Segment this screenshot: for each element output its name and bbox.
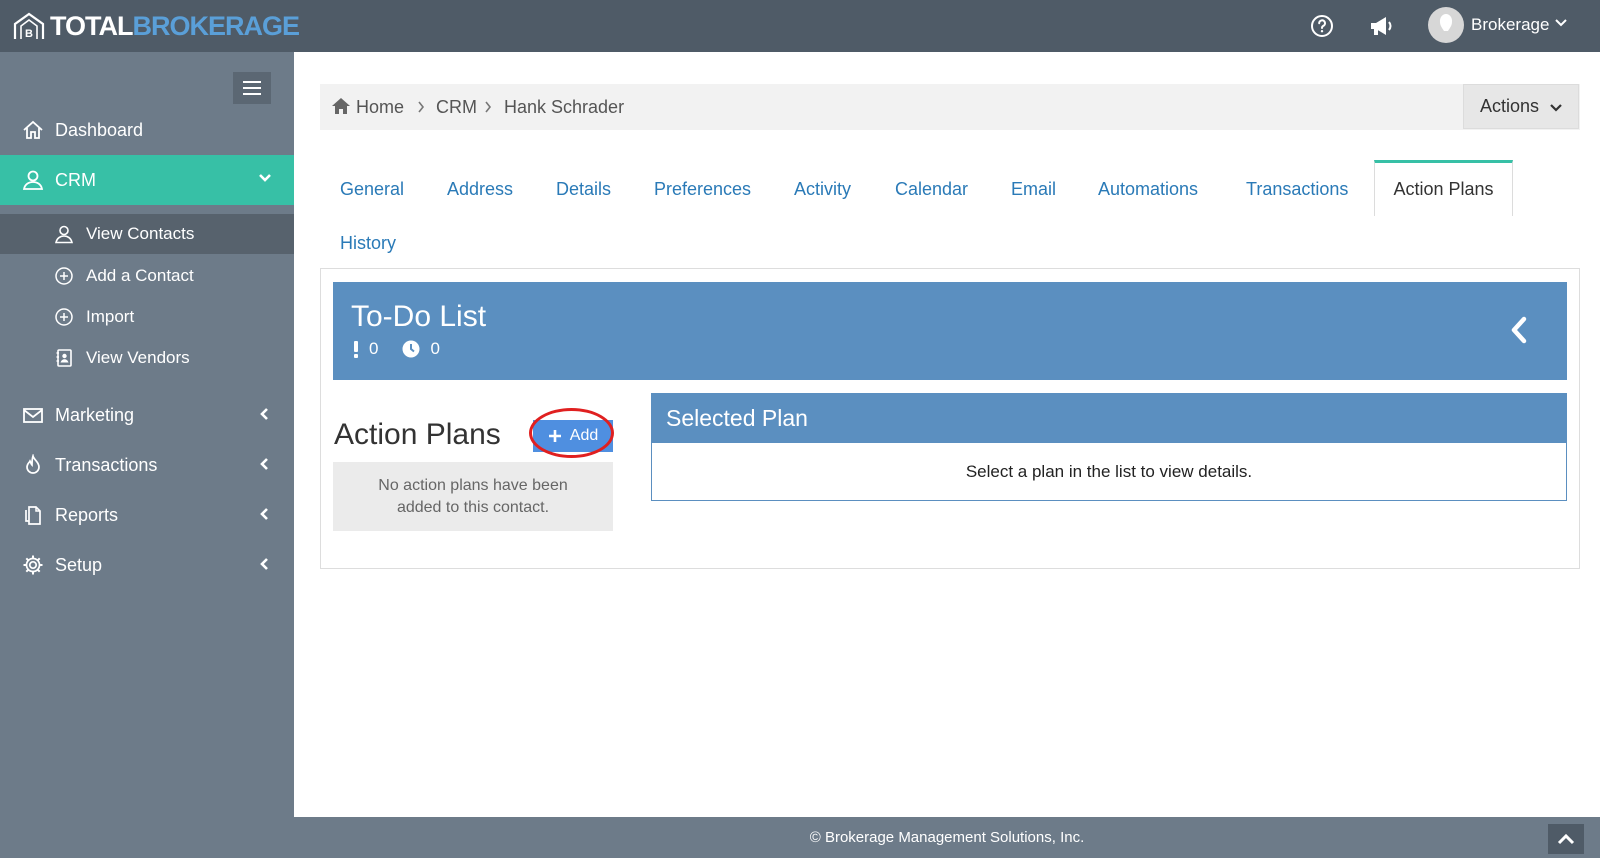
actions-label: Actions: [1480, 96, 1540, 116]
tab-action-plans[interactable]: Action Plans: [1374, 160, 1513, 216]
pending-count: 0: [430, 339, 440, 358]
tab-email[interactable]: Email: [1011, 179, 1056, 200]
chevron-down-icon[interactable]: [1555, 18, 1567, 28]
chevron-up-icon: [1557, 833, 1575, 845]
sidebar-subitem-label: Import: [86, 307, 135, 326]
logo-icon: B: [13, 12, 45, 40]
user-icon: [22, 170, 44, 190]
sidebar-subitem-label: View Vendors: [86, 348, 190, 367]
user-menu-label[interactable]: Brokerage: [1471, 15, 1549, 35]
tab-address[interactable]: Address: [447, 179, 513, 200]
selected-plan-title: Selected Plan: [666, 405, 808, 431]
urgent-count: 0: [369, 339, 379, 358]
sidebar-item-label: CRM: [55, 169, 96, 190]
footer: © Brokerage Management Solutions, Inc.: [294, 817, 1600, 858]
actions-dropdown-button[interactable]: Actions: [1463, 84, 1579, 129]
clock-icon: [402, 340, 420, 358]
sidebar-item-label: Transactions: [55, 454, 158, 475]
tab-preferences[interactable]: Preferences: [654, 179, 751, 200]
svg-text:B: B: [25, 28, 33, 40]
megaphone-icon[interactable]: [1368, 13, 1394, 39]
tab-history[interactable]: History: [340, 233, 396, 254]
tab-general[interactable]: General: [340, 179, 404, 200]
sidebar-subitem-import[interactable]: Import: [0, 297, 294, 337]
footer-copyright: © Brokerage Management Solutions, Inc.: [809, 829, 1085, 846]
scroll-to-top-button[interactable]: [1548, 824, 1584, 854]
selected-plan-message: Select a plan in the list to view detail…: [965, 461, 1253, 481]
tab-label: Action Plans: [1393, 179, 1494, 199]
selected-plan-header: Selected Plan: [652, 394, 1566, 443]
tab-transactions[interactable]: Transactions: [1246, 179, 1348, 200]
sidebar-item-label: Marketing: [55, 404, 135, 425]
sidebar-subitem-view-vendors[interactable]: View Vendors: [0, 338, 294, 378]
sidebar-item-marketing[interactable]: Marketing: [0, 390, 294, 440]
tab-calendar[interactable]: Calendar: [895, 179, 968, 200]
sidebar-subitem-view-contacts[interactable]: View Contacts: [0, 214, 294, 254]
chevron-left-icon: [260, 508, 268, 520]
chevron-left-icon: [260, 408, 268, 420]
selected-plan-panel: Selected Plan Select a plan in the list …: [651, 393, 1567, 501]
user-outline-icon: [55, 225, 73, 244]
todo-title: To-Do List: [351, 300, 487, 333]
menu-toggle-button[interactable]: [233, 72, 271, 104]
todo-list-panel: To-Do List 0 0: [333, 282, 1567, 380]
brand-text-brokerage: BROKERAGE: [132, 10, 301, 41]
sidebar-item-setup[interactable]: Setup: [0, 540, 294, 590]
chevron-right-icon: [418, 101, 425, 113]
tab-activity[interactable]: Activity: [794, 179, 851, 200]
highlight-ring: [529, 408, 614, 458]
plus-circle-icon: [55, 267, 73, 285]
sidebar-item-label: Dashboard: [55, 119, 144, 140]
breadcrumb-crm[interactable]: CRM: [436, 97, 477, 118]
action-plans-empty-message: No action plans have been added to this …: [333, 462, 613, 531]
selected-plan-body: Select a plan in the list to view detail…: [652, 443, 1566, 500]
breadcrumb-current: Hank Schrader: [504, 97, 625, 117]
sidebar-item-label: Reports: [55, 504, 119, 525]
todo-stats: 0 0: [353, 339, 440, 359]
exclamation-icon: [354, 341, 358, 358]
sidebar-subitem-label: View Contacts: [86, 224, 195, 243]
address-book-icon: [56, 349, 72, 367]
action-plans-title: Action Plans: [334, 418, 501, 451]
breadcrumb-home[interactable]: Home: [356, 97, 404, 118]
brand-logo[interactable]: B TOTAL BROKERAGE: [12, 10, 301, 42]
sidebar-subitem-label: Add a Contact: [86, 266, 194, 285]
tab-details[interactable]: Details: [556, 179, 611, 200]
chevron-down-icon: [259, 174, 271, 182]
chevron-right-icon: [485, 101, 492, 113]
fire-icon: [26, 454, 40, 474]
home-icon[interactable]: [331, 97, 351, 115]
chevron-down-icon: [1550, 104, 1562, 112]
sidebar-item-reports[interactable]: Reports: [0, 490, 294, 540]
top-bar: B TOTAL BROKERAGE Brokerage: [0, 0, 1600, 52]
chevron-left-icon: [260, 458, 268, 470]
chevron-left-icon: [260, 558, 268, 570]
brand-text-total: TOTAL: [50, 10, 133, 41]
sidebar-item-label: Setup: [55, 554, 103, 575]
sidebar-subitem-add-contact[interactable]: Add a Contact: [0, 256, 294, 296]
tab-automations[interactable]: Automations: [1098, 179, 1198, 200]
avatar-silhouette-icon: [1439, 13, 1453, 31]
document-icon: [25, 506, 41, 525]
gear-icon: [23, 555, 43, 575]
sidebar-item-dashboard[interactable]: Dashboard: [0, 105, 294, 155]
sidebar-item-transactions[interactable]: Transactions: [0, 440, 294, 490]
sidebar-item-crm[interactable]: CRM: [0, 155, 294, 205]
help-icon[interactable]: [1309, 13, 1335, 39]
chevron-left-icon[interactable]: [1510, 316, 1528, 344]
envelope-icon: [23, 408, 43, 423]
home-icon: [23, 120, 43, 139]
avatar[interactable]: [1428, 7, 1464, 43]
breadcrumb: Home CRM Hank Schrader: [320, 84, 1580, 130]
plus-circle-icon: [55, 308, 73, 326]
